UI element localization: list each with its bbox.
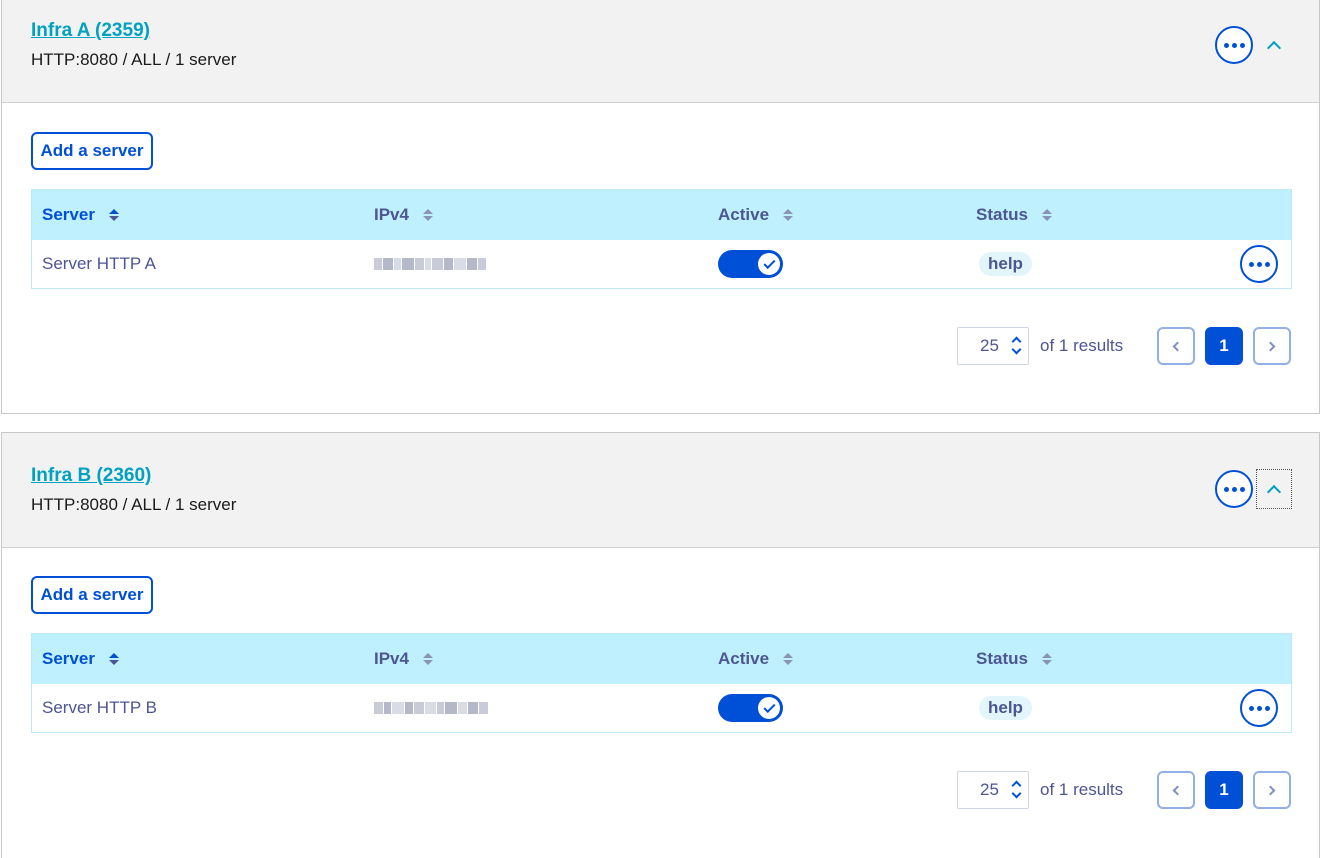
select-arrows-icon: [1011, 336, 1022, 355]
infra-subtitle: HTTP:8080 / ALL / 1 server: [31, 50, 237, 69]
servers-table: Server IPv4 Active Status Server HTTP B: [31, 633, 1292, 733]
sort-icon: [1041, 209, 1052, 221]
active-toggle[interactable]: [718, 250, 783, 278]
status-badge: help: [979, 696, 1032, 720]
infra-panel-a: Infra A (2359) HTTP:8080 / ALL / 1 serve…: [1, 0, 1320, 414]
status-badge: help: [979, 252, 1032, 276]
prev-page-button[interactable]: [1157, 771, 1195, 809]
column-label: Server: [42, 649, 95, 668]
status-cell: help: [979, 240, 1032, 288]
chevron-up-icon: [1266, 484, 1282, 499]
sort-icon: [1041, 653, 1052, 665]
chevron-right-icon: [1265, 785, 1276, 795]
column-label: IPv4: [374, 205, 409, 224]
page-button-current[interactable]: 1: [1205, 327, 1243, 365]
infra-panel-b: Infra B (2360) HTTP:8080 / ALL / 1 serve…: [1, 432, 1320, 858]
toggle-knob: [758, 253, 780, 275]
check-icon: [762, 700, 776, 713]
sort-icon: [783, 653, 794, 665]
chevron-right-icon: [1265, 341, 1276, 351]
infra-subtitle: HTTP:8080 / ALL / 1 server: [31, 495, 237, 514]
ipv4-address: [374, 684, 488, 732]
prev-page-button[interactable]: [1157, 327, 1195, 365]
collapse-button[interactable]: [1256, 469, 1292, 509]
next-page-button[interactable]: [1253, 327, 1291, 365]
column-label: IPv4: [374, 649, 409, 668]
chevron-left-icon: [1172, 341, 1183, 351]
server-name: Server HTTP B: [42, 698, 157, 717]
per-page-value: 25: [980, 780, 999, 799]
column-header-server[interactable]: Server: [42, 634, 119, 684]
ipv4-address: [374, 240, 486, 288]
redacted-ip: [374, 258, 486, 270]
add-server-button[interactable]: Add a server: [31, 132, 153, 170]
infra-more-button[interactable]: [1215, 470, 1253, 508]
active-toggle[interactable]: [718, 694, 783, 722]
column-header-status[interactable]: Status: [976, 190, 1052, 240]
column-label: Server: [42, 205, 95, 224]
column-label: Status: [976, 205, 1028, 224]
table-row: Server HTTP A help: [32, 240, 1291, 288]
sort-icon: [108, 209, 119, 221]
column-label: Active: [718, 205, 770, 224]
column-header-active[interactable]: Active: [718, 190, 794, 240]
page-button-current[interactable]: 1: [1205, 771, 1243, 809]
table-header: Server IPv4 Active Status: [32, 190, 1291, 240]
more-horizontal-icon: [1248, 705, 1270, 711]
infra-more-button[interactable]: [1215, 26, 1253, 64]
collapse-button[interactable]: [1256, 25, 1292, 65]
sort-icon: [422, 653, 433, 665]
servers-table: Server IPv4 Active Status Server HTTP A: [31, 189, 1292, 289]
column-label: Status: [976, 649, 1028, 668]
per-page-select[interactable]: 25: [957, 327, 1029, 365]
infra-title-link[interactable]: Infra A (2359): [31, 20, 150, 42]
column-header-ipv4[interactable]: IPv4: [374, 190, 433, 240]
row-more-button[interactable]: [1240, 245, 1278, 283]
more-horizontal-icon: [1223, 486, 1245, 492]
sort-icon: [783, 209, 794, 221]
next-page-button[interactable]: [1253, 771, 1291, 809]
column-label: Active: [718, 649, 770, 668]
results-count: of 1 results: [1040, 336, 1124, 355]
sort-icon: [422, 209, 433, 221]
more-horizontal-icon: [1223, 42, 1245, 48]
results-count: of 1 results: [1040, 780, 1124, 799]
infra-title-link[interactable]: Infra B (2360): [31, 465, 151, 487]
column-header-server[interactable]: Server: [42, 190, 119, 240]
chevron-up-icon: [1266, 40, 1282, 55]
add-server-button[interactable]: Add a server: [31, 576, 153, 614]
row-more-button[interactable]: [1240, 689, 1278, 727]
column-header-active[interactable]: Active: [718, 634, 794, 684]
select-arrows-icon: [1011, 780, 1022, 799]
infra-panel-header: Infra B (2360) HTTP:8080 / ALL / 1 serve…: [2, 433, 1319, 548]
check-icon: [762, 256, 776, 269]
table-header: Server IPv4 Active Status: [32, 634, 1291, 684]
chevron-left-icon: [1172, 785, 1183, 795]
active-cell: [718, 684, 783, 732]
pagination: 25 of 1 results 1: [2, 327, 1320, 367]
redacted-ip: [374, 702, 488, 714]
sort-icon: [108, 653, 119, 665]
status-cell: help: [979, 684, 1032, 732]
toggle-knob: [758, 697, 780, 719]
column-header-status[interactable]: Status: [976, 634, 1052, 684]
more-horizontal-icon: [1248, 261, 1270, 267]
per-page-value: 25: [980, 336, 999, 355]
pagination: 25 of 1 results 1: [2, 771, 1320, 811]
column-header-ipv4[interactable]: IPv4: [374, 634, 433, 684]
server-name: Server HTTP A: [42, 254, 156, 273]
per-page-select[interactable]: 25: [957, 771, 1029, 809]
infra-panel-header: Infra A (2359) HTTP:8080 / ALL / 1 serve…: [2, 0, 1319, 103]
active-cell: [718, 240, 783, 288]
table-row: Server HTTP B help: [32, 684, 1291, 732]
